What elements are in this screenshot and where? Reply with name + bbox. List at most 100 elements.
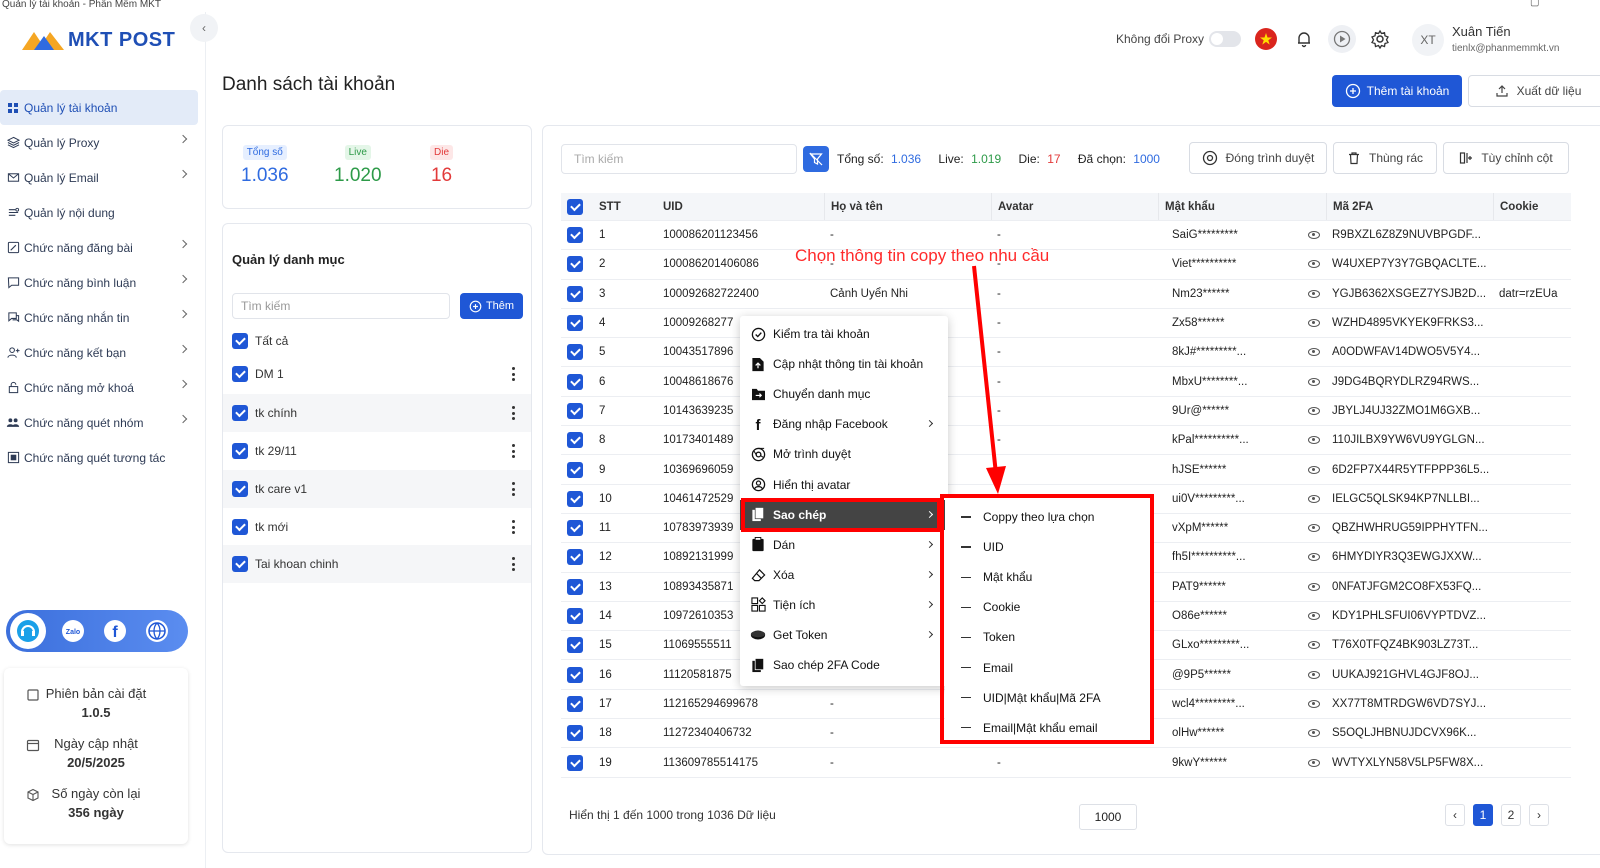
row-checkbox[interactable]	[561, 280, 591, 308]
eye-icon[interactable]	[1308, 582, 1320, 591]
sidebar-item-8[interactable]: Chức năng kết bạn	[0, 335, 206, 370]
category-checkbox[interactable]	[232, 443, 248, 459]
select-all-checkbox[interactable]	[561, 193, 591, 220]
page-size-select[interactable]: 1000	[1079, 804, 1137, 830]
support-icon[interactable]	[10, 613, 46, 649]
row-checkbox[interactable]	[561, 514, 591, 542]
eye-icon[interactable]	[1308, 729, 1320, 738]
row-checkbox[interactable]	[561, 221, 591, 249]
context-menu-item[interactable]: Kiểm tra tài khoản	[740, 319, 948, 349]
column-header[interactable]: Mật khẩu	[1158, 193, 1326, 220]
user-avatar[interactable]: XT	[1412, 24, 1444, 56]
row-checkbox[interactable]	[561, 338, 591, 366]
column-header[interactable]: Avatar	[991, 193, 1156, 220]
row-checkbox[interactable]	[561, 661, 591, 689]
category-checkbox[interactable]	[232, 366, 248, 382]
table-row[interactable]: 5 10043517896-8kJ#*********... A0ODWFAV14D…	[561, 338, 1571, 368]
context-menu-item[interactable]: Xóa	[740, 560, 948, 590]
eye-icon[interactable]	[1308, 758, 1320, 767]
table-row[interactable]: 4 10009268277- Zx58****** WZHD4895VKYEK9FRK…	[561, 309, 1571, 339]
close-browser-button[interactable]: Đóng trình duyệt	[1189, 142, 1327, 174]
more-vertical-icon[interactable]	[511, 406, 515, 420]
row-checkbox[interactable]	[561, 368, 591, 396]
eye-icon[interactable]	[1308, 494, 1320, 503]
more-vertical-icon[interactable]	[511, 482, 515, 496]
table-row[interactable]: 3 100092682722400 Cảnh Uyển Nhi - Nm23******…	[561, 280, 1571, 309]
more-vertical-icon[interactable]	[511, 367, 515, 381]
account-search-input[interactable]: Tìm kiếm	[561, 144, 797, 174]
filter-clear-button[interactable]	[803, 146, 829, 172]
table-row[interactable]: 2 100086201406086- - Viet********** W4UXEP7Y…	[561, 250, 1571, 280]
context-menu-item[interactable]: Tiện ích	[740, 590, 948, 620]
eye-icon[interactable]	[1308, 319, 1320, 328]
table-row[interactable]: 6 10048618676- MbxU********... J9DG4BQRYDLR…	[561, 368, 1571, 397]
sidebar-item-10[interactable]: Chức năng quét nhóm	[0, 405, 206, 440]
column-header[interactable]: Họ và tên	[824, 193, 989, 220]
category-checkbox[interactable]	[232, 556, 248, 572]
category-checkbox[interactable]	[232, 333, 248, 349]
more-vertical-icon[interactable]	[511, 557, 515, 571]
eye-icon[interactable]	[1308, 348, 1320, 357]
sidebar-item-4[interactable]: Quản lý nội dung	[0, 195, 206, 230]
eye-icon[interactable]	[1308, 436, 1320, 445]
trash-button[interactable]: Thùng rác	[1333, 142, 1437, 174]
sidebar-item-1[interactable]: Quản lý tài khoản	[0, 90, 198, 125]
facebook-icon[interactable]: f	[100, 616, 130, 646]
table-row[interactable]: 8 10173401489- kPal**********... 110JILBX9Y…	[561, 426, 1571, 456]
eye-icon[interactable]	[1308, 377, 1320, 386]
sidebar-item-11[interactable]: Chức năng quét tương tác	[0, 440, 206, 475]
gear-icon[interactable]	[1366, 25, 1394, 53]
more-vertical-icon[interactable]	[511, 444, 515, 458]
context-menu-item[interactable]: Sao chép 2FA Code	[740, 650, 948, 680]
row-checkbox[interactable]	[561, 455, 591, 483]
row-checkbox[interactable]	[561, 543, 591, 571]
website-globe-icon[interactable]	[142, 616, 172, 646]
add-account-button[interactable]: Thêm tài khoản	[1332, 75, 1462, 107]
context-menu-item[interactable]: Get Token	[740, 620, 948, 650]
category-checkbox[interactable]	[232, 481, 248, 497]
proxy-toggle[interactable]	[1209, 31, 1241, 47]
sidebar-item-9[interactable]: Chức năng mở khoá	[0, 370, 206, 405]
row-checkbox[interactable]	[561, 748, 591, 776]
context-menu-item[interactable]: Dán	[740, 530, 948, 560]
column-header[interactable]: Cookie	[1493, 193, 1571, 220]
row-checkbox[interactable]	[561, 690, 591, 718]
row-checkbox[interactable]	[561, 602, 591, 630]
sidebar-item-2[interactable]: Quản lý Proxy	[0, 125, 206, 160]
eye-icon[interactable]	[1308, 260, 1320, 269]
category-item[interactable]: tk chính	[223, 394, 531, 432]
category-checkbox[interactable]	[232, 519, 248, 535]
sidebar-item-6[interactable]: Chức năng bình luận	[0, 265, 206, 300]
category-item[interactable]: Tai khoan chinh	[223, 545, 531, 583]
row-checkbox[interactable]	[561, 485, 591, 513]
row-checkbox[interactable]	[561, 573, 591, 601]
eye-icon[interactable]	[1308, 641, 1320, 650]
context-menu-item[interactable]: Hiển thị avatar	[740, 470, 948, 500]
category-item[interactable]: tk mới	[223, 508, 531, 546]
row-checkbox[interactable]	[561, 631, 591, 659]
category-item[interactable]: tk 29/11	[223, 432, 531, 470]
next-page-button[interactable]: ›	[1529, 804, 1549, 826]
column-header[interactable]: STT	[593, 193, 653, 220]
row-checkbox[interactable]	[561, 397, 591, 425]
maximize-icon[interactable]: ▢	[1530, 0, 1539, 8]
sidebar-collapse-button[interactable]: ‹	[190, 14, 218, 42]
table-row[interactable]: 7 10143639235-9Ur@****** JBYLJ4UJ32ZMO1M6G…	[561, 397, 1571, 427]
category-checkbox[interactable]	[232, 405, 248, 421]
customize-columns-button[interactable]: Tùy chỉnh cột	[1443, 142, 1569, 174]
row-checkbox[interactable]	[561, 250, 591, 278]
context-menu-item[interactable]: Chuyển danh mục	[740, 379, 948, 409]
eye-icon[interactable]	[1308, 670, 1320, 679]
eye-icon[interactable]	[1308, 231, 1320, 240]
category-item[interactable]: DM 1	[223, 355, 531, 393]
context-menu-item[interactable]: f Đăng nhập Facebook	[740, 409, 948, 439]
sidebar-item-7[interactable]: Chức năng nhắn tin	[0, 300, 206, 335]
context-menu-item[interactable]: Cập nhật thông tin tài khoản	[740, 349, 948, 379]
bell-icon[interactable]	[1290, 25, 1318, 53]
eye-icon[interactable]	[1308, 612, 1320, 621]
more-vertical-icon[interactable]	[511, 520, 515, 534]
sidebar-item-5[interactable]: Chức năng đăng bài	[0, 230, 206, 265]
play-video-icon[interactable]	[1328, 25, 1356, 53]
row-checkbox[interactable]	[561, 309, 591, 337]
row-checkbox[interactable]	[561, 719, 591, 747]
